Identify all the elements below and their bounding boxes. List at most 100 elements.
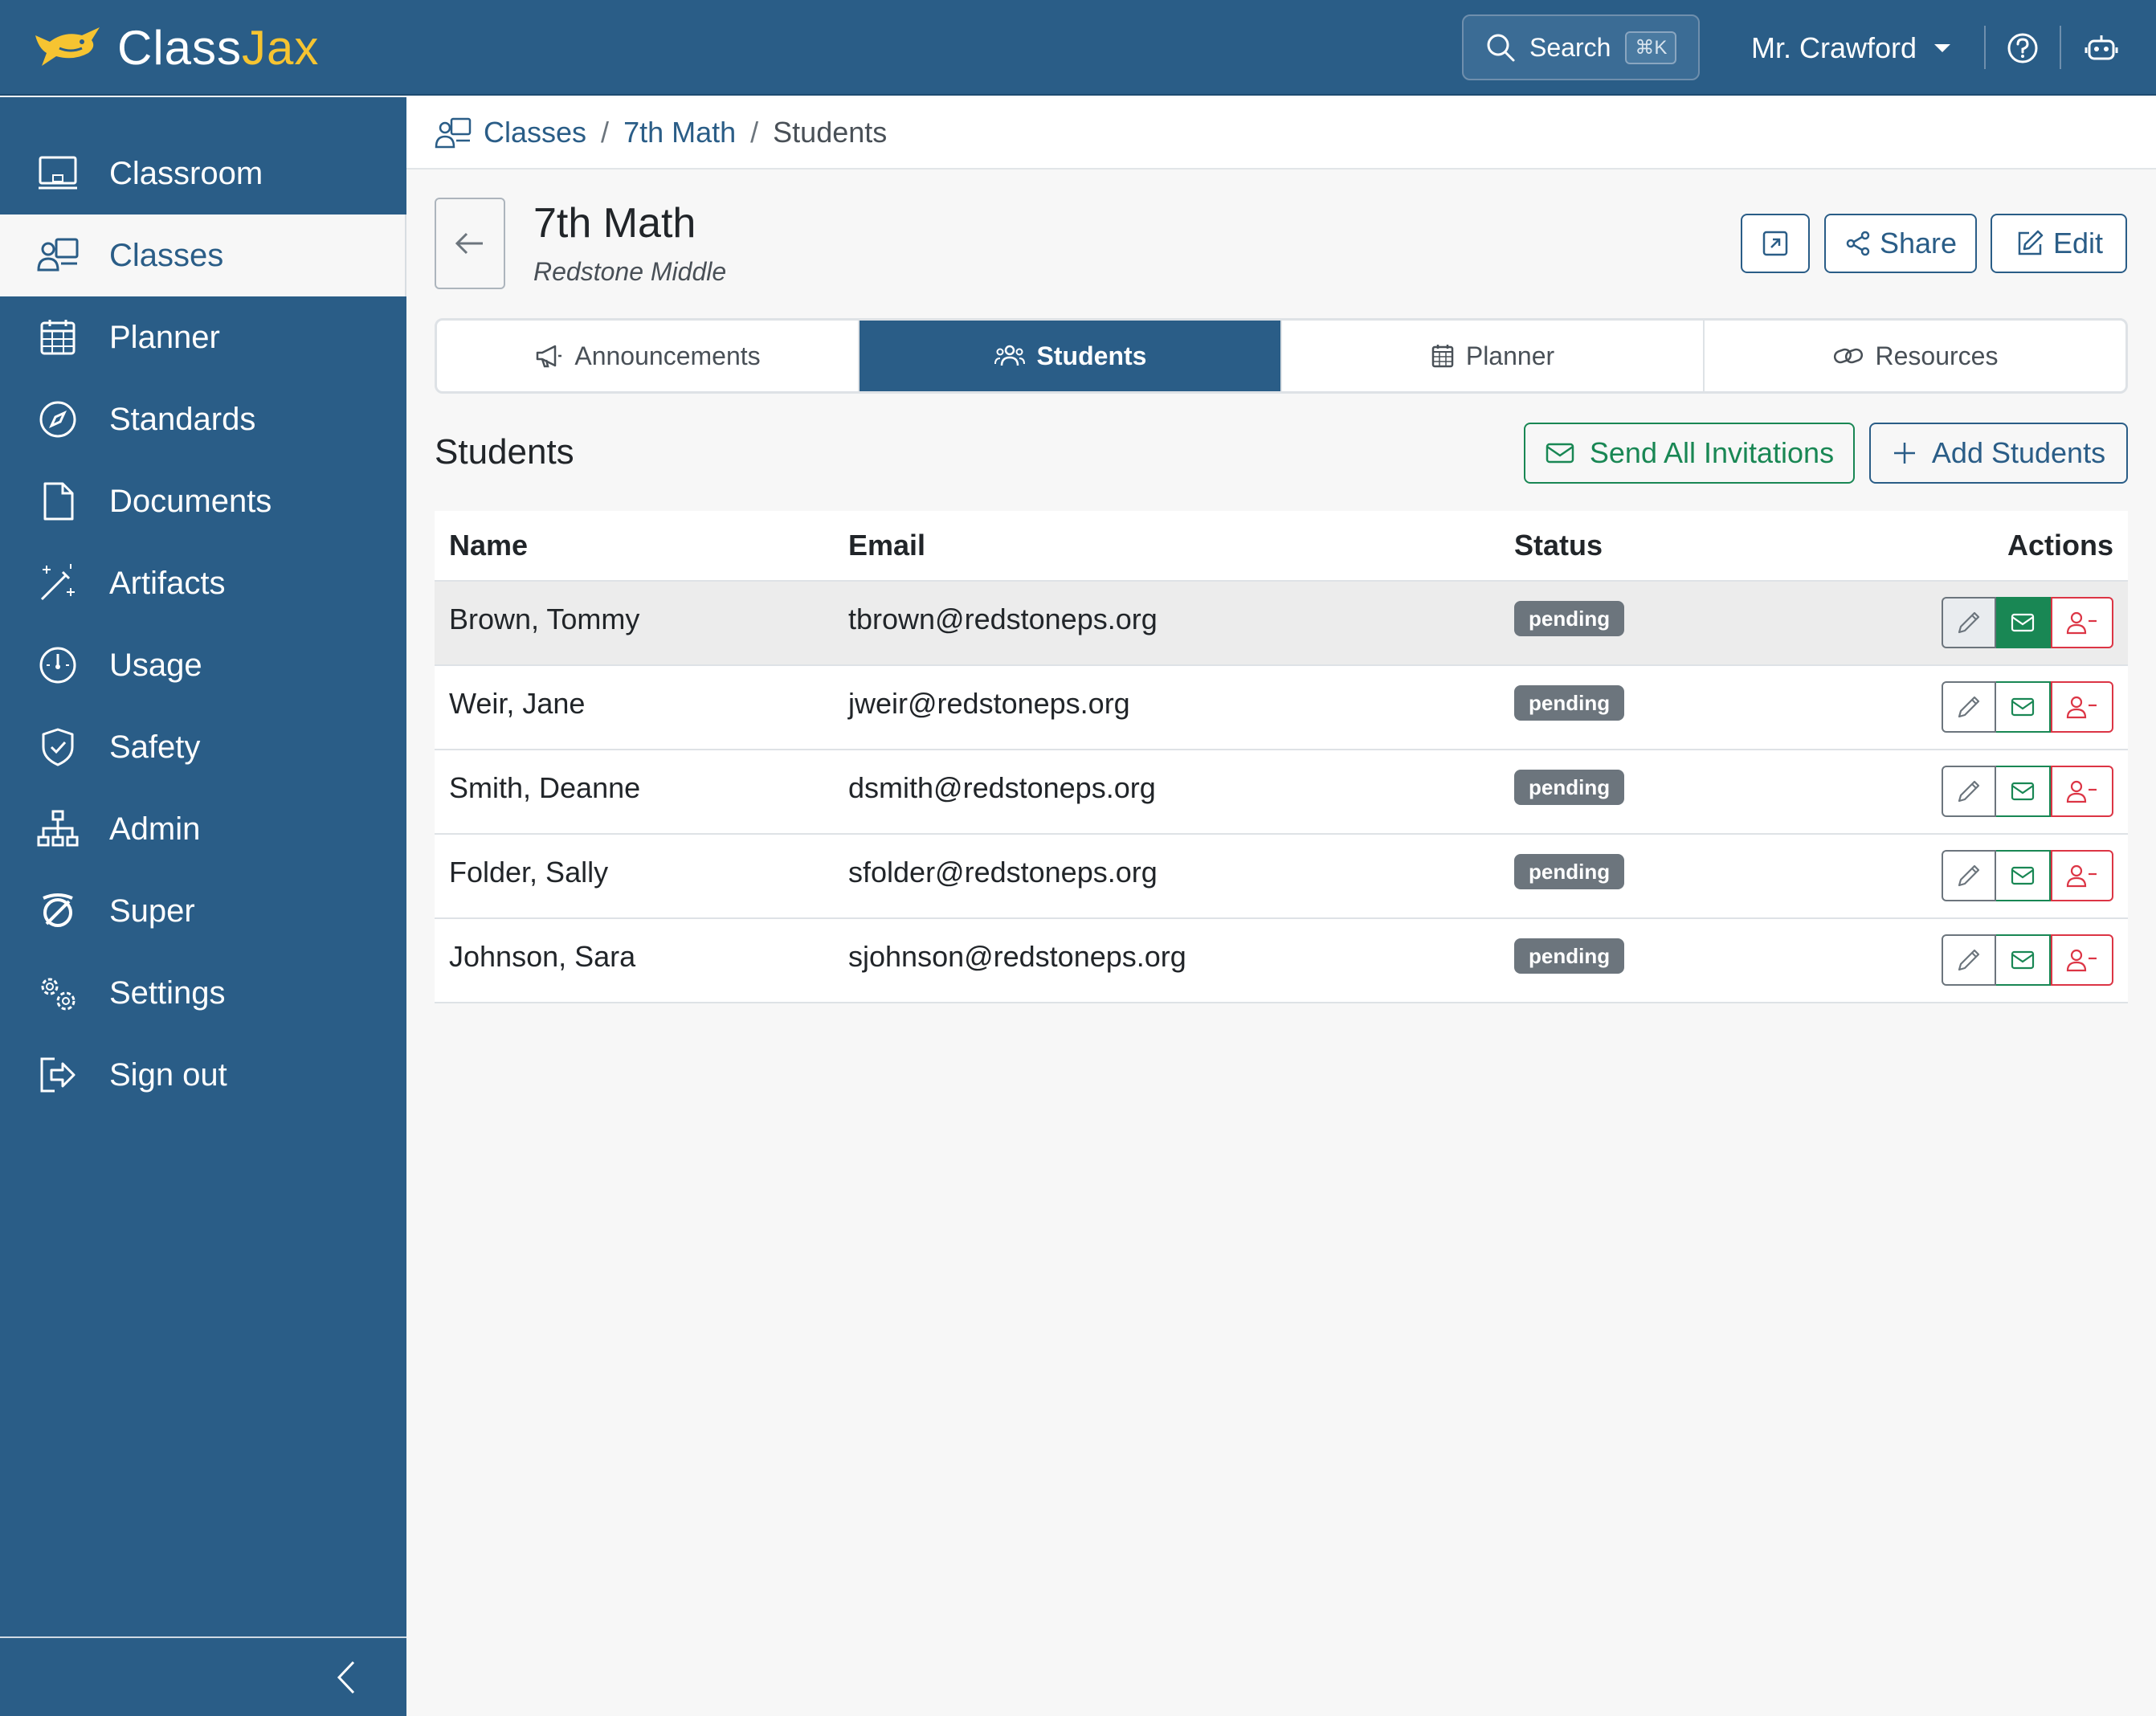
- envelope-icon: [2011, 782, 2035, 801]
- edit-label: Edit: [2052, 227, 2104, 259]
- add-students-button[interactable]: Add Students: [1869, 423, 2128, 484]
- breadcrumb-current: Students: [773, 116, 888, 149]
- sidebar-item-standards[interactable]: Standards: [0, 378, 406, 460]
- share-button[interactable]: Share: [1824, 214, 1977, 273]
- send-invitation-button[interactable]: [1996, 850, 2051, 901]
- brand[interactable]: ClassJax: [32, 19, 319, 77]
- send-all-invitations-button[interactable]: Send All Invitations: [1524, 423, 1855, 484]
- remove-student-button[interactable]: [2051, 681, 2113, 733]
- document-icon: [43, 482, 74, 521]
- student-email: dsmith@redstoneps.org: [848, 771, 1156, 804]
- search-button[interactable]: Search ⌘K: [1462, 14, 1700, 80]
- sidebar-item-label: Settings: [109, 974, 226, 1011]
- compass-icon: [39, 401, 76, 438]
- sidebar-item-label: Planner: [109, 319, 220, 355]
- edit-button[interactable]: Edit: [1991, 214, 2127, 273]
- table-row: Folder, Sally sfolder@redstoneps.org pen…: [435, 835, 2128, 919]
- add-students-label: Add Students: [1931, 436, 2106, 469]
- help-icon[interactable]: [2005, 31, 2040, 66]
- super-icon: [43, 893, 73, 927]
- envelope-icon: [2011, 950, 2035, 970]
- person-dash-icon: [2066, 696, 2097, 719]
- row-actions: [1942, 934, 2113, 986]
- student-name: Brown, Tommy: [449, 603, 640, 635]
- status-badge: pending: [1514, 770, 1625, 805]
- sidebar-item-super[interactable]: Super: [0, 870, 406, 952]
- envelope-icon: [1546, 443, 1574, 464]
- sidebar-item-admin[interactable]: Admin: [0, 788, 406, 870]
- plus-icon: [1893, 443, 1915, 464]
- edit-student-button[interactable]: [1942, 850, 1996, 901]
- pencil-icon: [1958, 864, 1980, 887]
- envelope-icon: [2011, 697, 2035, 717]
- pencil-icon: [1958, 780, 1980, 803]
- class-title: 7th Math: [533, 200, 696, 247]
- sidebar-item-label: Sign out: [109, 1056, 227, 1093]
- tab-announcements[interactable]: Announcements: [437, 321, 860, 391]
- remove-student-button[interactable]: [2051, 597, 2113, 648]
- edit-student-button[interactable]: [1942, 681, 1996, 733]
- person-dash-icon: [2066, 864, 2097, 888]
- megaphone-icon: [537, 345, 562, 368]
- people-icon: [994, 345, 1025, 366]
- send-invitation-button[interactable]: [1996, 597, 2051, 648]
- tab-label: Announcements: [574, 341, 761, 370]
- column-header-actions: Actions: [2007, 529, 2113, 562]
- column-header-email[interactable]: Email: [848, 529, 925, 562]
- share-icon: [1846, 231, 1870, 256]
- table-row: Smith, Deanne dsmith@redstoneps.org pend…: [435, 750, 2128, 835]
- user-name: Mr. Crawford: [1751, 31, 1917, 64]
- student-name: Johnson, Sara: [449, 940, 636, 973]
- pencil-icon: [1958, 696, 1980, 718]
- sidebar-footer: [0, 1636, 406, 1716]
- gears-icon: [41, 978, 76, 1011]
- send-invitation-button[interactable]: [1996, 766, 2051, 817]
- user-menu-dropdown[interactable]: Mr. Crawford: [1751, 27, 1951, 69]
- remove-student-button[interactable]: [2051, 850, 2113, 901]
- sidebar-item-documents[interactable]: Documents: [0, 460, 406, 542]
- student-email: jweir@redstoneps.org: [848, 687, 1130, 720]
- back-button[interactable]: [435, 198, 505, 289]
- column-header-name[interactable]: Name: [449, 529, 528, 562]
- sidebar-item-planner[interactable]: Planner: [0, 296, 406, 378]
- row-actions: [1942, 681, 2113, 733]
- divider: [1984, 26, 1986, 69]
- edit-student-button[interactable]: [1942, 934, 1996, 986]
- sidebar-item-label: Classes: [109, 237, 224, 273]
- search-icon: [1487, 34, 1515, 62]
- sidebar-item-safety[interactable]: Safety: [0, 706, 406, 788]
- sign-out-icon: [40, 1057, 76, 1093]
- chevron-left-icon[interactable]: [331, 1657, 363, 1698]
- sidebar-item-artifacts[interactable]: Artifacts: [0, 542, 406, 624]
- sidebar-item-classroom[interactable]: Classroom: [0, 133, 406, 214]
- caret-down-icon: [1934, 44, 1951, 52]
- sidebar-item-label: Safety: [109, 729, 201, 765]
- tab-label: Planner: [1465, 341, 1555, 370]
- calendar-icon: [40, 320, 76, 355]
- tab-label: Students: [1036, 341, 1147, 370]
- robot-icon[interactable]: [2084, 31, 2119, 66]
- remove-student-button[interactable]: [2051, 766, 2113, 817]
- tab-resources[interactable]: Resources: [1705, 321, 2125, 391]
- sidebar-item-usage[interactable]: Usage: [0, 624, 406, 706]
- breadcrumb-link-classes[interactable]: Classes: [484, 116, 586, 149]
- send-all-label: Send All Invitations: [1589, 436, 1835, 469]
- sidebar-item-sign-out[interactable]: Sign out: [0, 1034, 406, 1116]
- open-external-button[interactable]: [1741, 214, 1810, 273]
- tab-students[interactable]: Students: [860, 321, 1282, 391]
- row-actions: [1942, 766, 2113, 817]
- send-invitation-button[interactable]: [1996, 934, 2051, 986]
- tab-planner[interactable]: Planner: [1282, 321, 1705, 391]
- table-row: Johnson, Sara sjohnson@redstoneps.org pe…: [435, 919, 2128, 1003]
- edit-student-button[interactable]: [1942, 597, 1996, 648]
- sidebar-item-settings[interactable]: Settings: [0, 952, 406, 1034]
- send-invitation-button[interactable]: [1996, 681, 2051, 733]
- remove-student-button[interactable]: [2051, 934, 2113, 986]
- breadcrumb-separator: /: [601, 116, 610, 149]
- breadcrumb-link-class[interactable]: 7th Math: [623, 116, 736, 149]
- arrow-left-icon: [455, 232, 483, 255]
- column-header-status[interactable]: Status: [1514, 529, 1603, 562]
- student-email: sfolder@redstoneps.org: [848, 856, 1158, 889]
- edit-student-button[interactable]: [1942, 766, 1996, 817]
- sidebar-item-classes[interactable]: Classes: [0, 214, 406, 296]
